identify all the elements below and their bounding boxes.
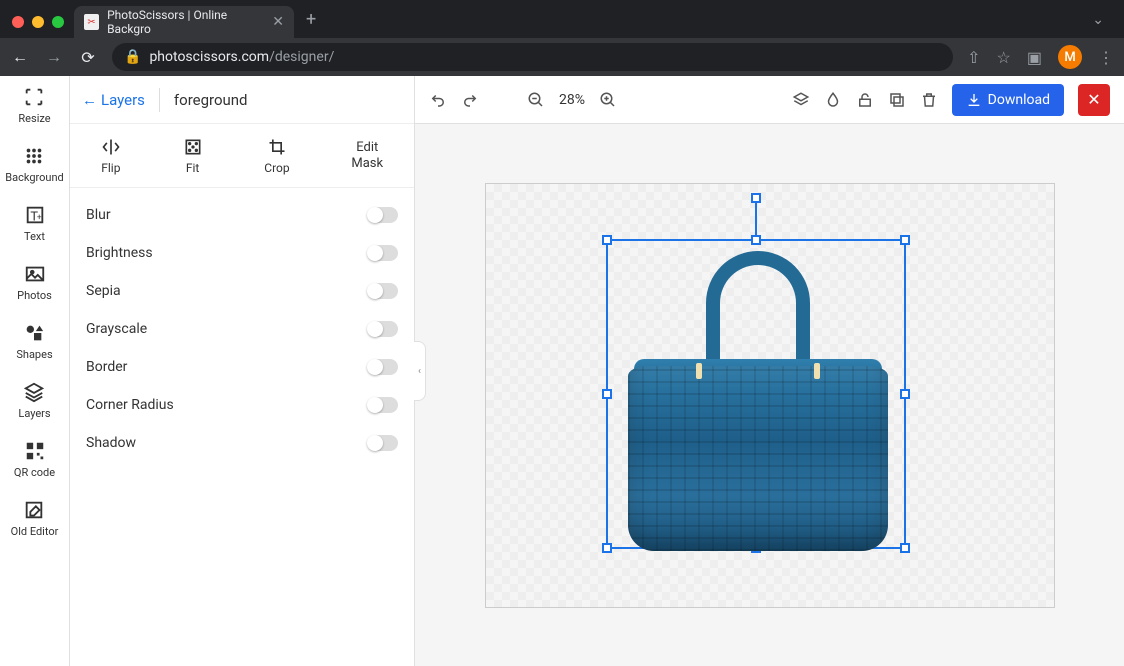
switch-brightness[interactable] [368,245,398,261]
tool-flip[interactable]: Flip [101,137,121,175]
nav-back-icon[interactable]: ← [10,47,30,67]
tab-close-icon[interactable]: ✕ [272,14,284,30]
nav-reload-icon[interactable]: ⟳ [78,48,98,67]
zoom-out-icon[interactable] [527,91,545,109]
tool-edit-mask[interactable]: Edit Mask [351,140,383,171]
canvas-toolbar: 28% Download ✕ [415,76,1124,124]
rotate-handle[interactable] [751,193,761,203]
url-path: /designer/ [269,49,334,65]
rail-item-old-editor[interactable]: Old Editor [11,499,59,538]
svg-text:+: + [36,213,41,223]
profile-avatar[interactable]: M [1058,45,1082,69]
switch-grayscale[interactable] [368,321,398,337]
bookmark-icon[interactable]: ☆ [997,48,1011,67]
switch-blur[interactable] [368,207,398,223]
handle-right[interactable] [900,389,910,399]
rail-item-text[interactable]: T+ Text [24,204,46,243]
toggle-grayscale: Grayscale [86,310,398,348]
handle-top-left[interactable] [602,235,612,245]
tab-favicon: ✂ [84,14,99,30]
toggle-sepia: Sepia [86,272,398,310]
traffic-close[interactable] [12,16,24,28]
handle-bottom-left[interactable] [602,543,612,553]
address-bar: ← → ⟳ 🔒 photoscissors.com/designer/ ⇧ ☆ … [0,38,1124,76]
url-input[interactable]: 🔒 photoscissors.com/designer/ [112,43,953,71]
arrow-left-icon: ← [82,91,97,109]
rail-item-background[interactable]: Background [5,145,63,184]
artboard[interactable] [485,183,1055,608]
redo-icon[interactable] [461,91,479,109]
back-to-layers[interactable]: ← Layers [82,91,145,109]
foreground-image[interactable] [616,251,900,551]
handle-bottom-right[interactable] [900,543,910,553]
current-layer-name: foreground [174,91,248,109]
close-button[interactable]: ✕ [1078,84,1110,116]
tool-fit[interactable]: Fit [183,137,203,175]
kebab-icon[interactable]: ⋮ [1098,48,1114,67]
handle-top-right[interactable] [900,235,910,245]
selection-box[interactable] [606,239,906,549]
extensions-icon[interactable]: ▣ [1027,48,1042,67]
toggle-corner-radius: Corner Radius [86,386,398,424]
layers-icon[interactable] [792,91,810,109]
divider [159,88,160,112]
switch-border[interactable] [368,359,398,375]
zoom-level: 28% [559,92,585,108]
rotate-connector [755,199,757,239]
new-tab-button[interactable]: + [294,9,328,38]
canvas-area: 28% Download ✕ [415,76,1124,666]
tab-title: PhotoScissors | Online Backgro [107,8,264,36]
nav-forward-icon: → [44,47,64,67]
copy-icon[interactable] [888,91,906,109]
switch-sepia[interactable] [368,283,398,299]
traffic-min[interactable] [32,16,44,28]
toggle-brightness: Brightness [86,234,398,272]
rail-item-photos[interactable]: Photos [17,263,52,302]
tabs-menu-icon[interactable]: ⌄ [1080,12,1116,38]
toggle-shadow: Shadow [86,424,398,462]
share-icon[interactable]: ⇧ [967,48,980,67]
lock-icon: 🔒 [124,49,141,65]
toggle-border: Border [86,348,398,386]
browser-tab-bar: ✂ PhotoScissors | Online Backgro ✕ + ⌄ [0,0,1124,38]
rail-item-shapes[interactable]: Shapes [16,322,52,361]
zoom-in-icon[interactable] [599,91,617,109]
drop-icon[interactable] [824,91,842,109]
rail-item-qrcode[interactable]: QR code [14,440,55,479]
switch-corner-radius[interactable] [368,397,398,413]
left-rail: Resize Background T+ Text Photos Shapes … [0,76,70,666]
rail-item-resize[interactable]: Resize [18,86,50,125]
trash-icon[interactable] [920,91,938,109]
url-domain: photoscissors.com [149,49,269,65]
undo-icon[interactable] [429,91,447,109]
rail-item-layers[interactable]: Layers [18,381,50,420]
side-panel: ← Layers foreground Flip Fit Crop [70,76,415,666]
traffic-max[interactable] [52,16,64,28]
handle-left[interactable] [602,389,612,399]
panel-collapse-handle[interactable]: ‹ [414,341,426,401]
unlock-icon[interactable] [856,91,874,109]
browser-tab[interactable]: ✂ PhotoScissors | Online Backgro ✕ [74,6,294,38]
tool-crop[interactable]: Crop [264,137,289,175]
switch-shadow[interactable] [368,435,398,451]
handle-top[interactable] [751,235,761,245]
download-button[interactable]: Download [952,84,1064,116]
window-controls [8,16,74,38]
toggle-blur: Blur [86,196,398,234]
